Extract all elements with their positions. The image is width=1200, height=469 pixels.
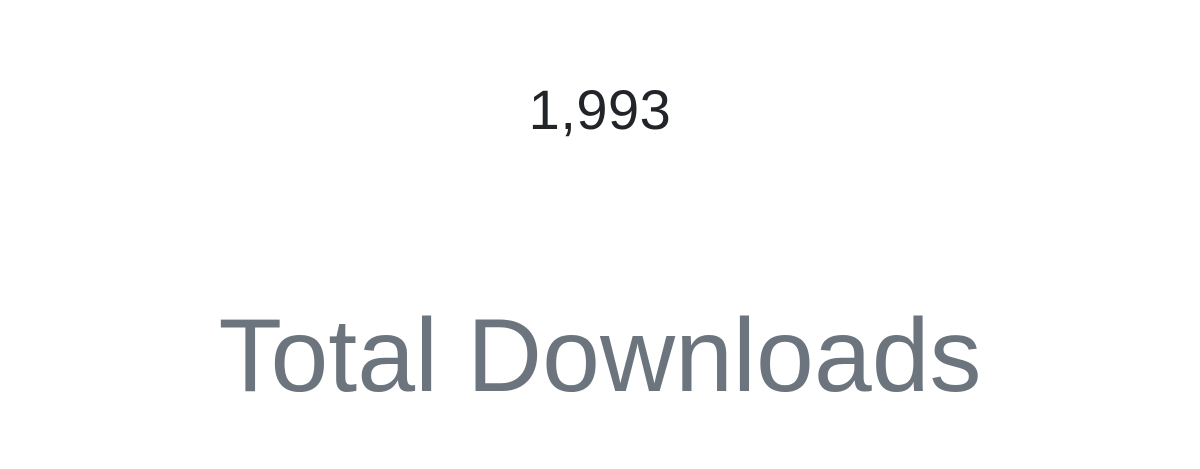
stat-card: 1,993 Total Downloads	[0, 0, 1200, 469]
stat-value: 1,993	[528, 78, 672, 141]
stat-label: Total Downloads	[218, 298, 982, 414]
